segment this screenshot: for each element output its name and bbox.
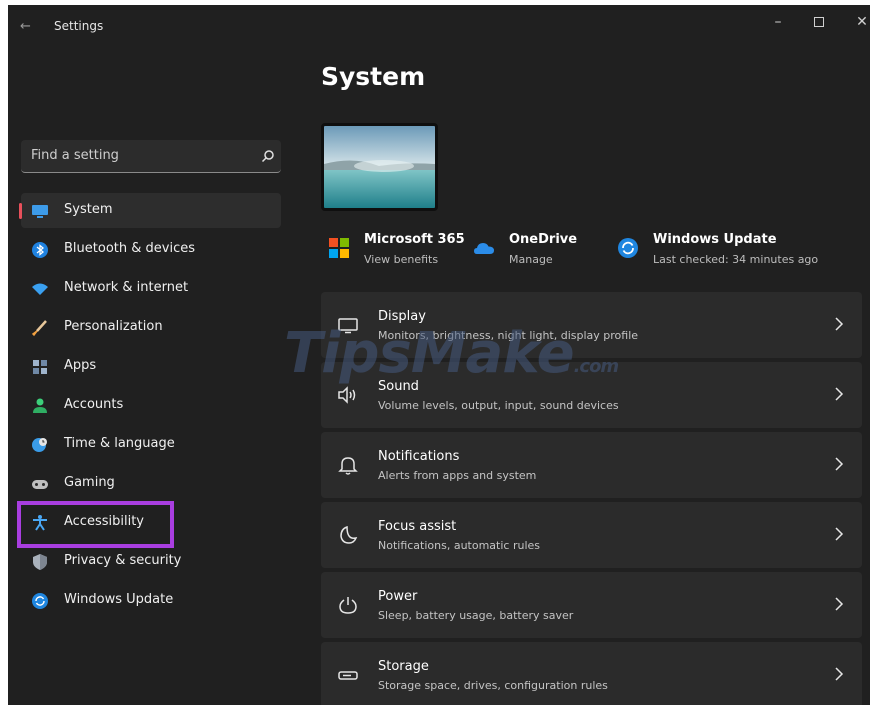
- sidebar-item-label: Windows Update: [64, 592, 174, 607]
- card-title: Storage: [378, 659, 429, 674]
- sidebar-item-windows-update[interactable]: Windows Update: [21, 583, 281, 618]
- display-icon: [338, 318, 358, 334]
- chevron-right-icon: [835, 387, 844, 401]
- settings-list: Display Monitors, brightness, night ligh…: [321, 292, 862, 705]
- card-subtitle: Storage space, drives, configuration rul…: [378, 679, 608, 692]
- card-subtitle: Volume levels, output, input, sound devi…: [378, 399, 619, 412]
- brush-icon: [31, 320, 47, 337]
- sidebar-item-label: Personalization: [64, 319, 163, 334]
- gamepad-icon: [32, 480, 48, 489]
- update-icon: [618, 238, 638, 258]
- moon-icon: [340, 525, 358, 544]
- sidebar-item-label: Apps: [64, 358, 97, 373]
- bluetooth-icon: [32, 242, 48, 258]
- sidebar-item-network[interactable]: Network & internet: [21, 271, 281, 306]
- maximize-button[interactable]: [799, 11, 839, 33]
- sidebar-item-label: Network & internet: [64, 280, 189, 295]
- wifi-icon: [32, 283, 48, 295]
- monitor-icon: [32, 205, 48, 218]
- sidebar-item-label: System: [64, 202, 113, 217]
- sidebar-item-label: Bluetooth & devices: [64, 241, 195, 256]
- quick-link-title: Microsoft 365: [364, 232, 465, 247]
- accessibility-highlight-box: [17, 501, 174, 548]
- chevron-right-icon: [835, 457, 844, 471]
- chevron-right-icon: [835, 527, 844, 541]
- card-subtitle: Notifications, automatic rules: [378, 539, 541, 552]
- card-title: Notifications: [378, 449, 460, 464]
- microsoft-365-link[interactable]: Microsoft 365 View benefits: [328, 229, 468, 273]
- apps-icon: [33, 360, 47, 374]
- search-icon[interactable]: [261, 149, 275, 163]
- sidebar-item-privacy-security[interactable]: Privacy & security: [21, 544, 281, 579]
- quick-link-subtitle: Last checked: 34 minutes ago: [653, 253, 819, 266]
- card-subtitle: Monitors, brightness, night light, displ…: [378, 329, 639, 342]
- wallpaper-image: [324, 126, 435, 208]
- desktop-wallpaper-preview[interactable]: [321, 123, 438, 211]
- app-title: Settings: [54, 19, 104, 33]
- sidebar-item-label: Accounts: [64, 397, 124, 412]
- sidebar-item-personalization[interactable]: Personalization: [21, 310, 281, 345]
- notifications-setting[interactable]: Notifications Alerts from apps and syste…: [321, 432, 862, 498]
- storage-icon: [338, 671, 358, 680]
- chevron-right-icon: [835, 317, 844, 331]
- sidebar-item-label: Gaming: [64, 475, 115, 490]
- display-setting[interactable]: Display Monitors, brightness, night ligh…: [321, 292, 862, 358]
- sound-setting[interactable]: Sound Volume levels, output, input, soun…: [321, 362, 862, 428]
- speaker-icon: [338, 386, 356, 404]
- settings-window: ← Settings – ✕ System Bl: [8, 5, 870, 705]
- globe-clock-icon: [32, 438, 47, 452]
- microsoft-logo-icon: [329, 238, 349, 258]
- card-title: Power: [378, 589, 418, 604]
- chevron-right-icon: [835, 597, 844, 611]
- windows-update-link[interactable]: Windows Update Last checked: 34 minutes …: [617, 229, 862, 273]
- chevron-right-icon: [835, 667, 844, 681]
- sidebar-item-apps[interactable]: Apps: [21, 349, 281, 384]
- power-setting[interactable]: Power Sleep, battery usage, battery save…: [321, 572, 862, 638]
- card-title: Sound: [378, 379, 419, 394]
- title-bar: ← Settings – ✕: [8, 5, 870, 53]
- card-subtitle: Sleep, battery usage, battery saver: [378, 609, 574, 622]
- update-icon: [32, 593, 48, 609]
- sidebar-item-label: Time & language: [64, 436, 175, 451]
- sidebar-item-accounts[interactable]: Accounts: [21, 388, 281, 423]
- card-subtitle: Alerts from apps and system: [378, 469, 537, 482]
- onedrive-link[interactable]: OneDrive Manage: [473, 229, 613, 273]
- cloud-icon: [474, 243, 494, 254]
- quick-link-title: OneDrive: [509, 232, 578, 247]
- bell-icon: [338, 457, 358, 475]
- power-icon: [339, 597, 357, 614]
- person-icon: [33, 398, 47, 413]
- close-button[interactable]: ✕: [842, 11, 870, 33]
- page-title: System: [321, 62, 426, 91]
- quick-link-title: Windows Update: [653, 232, 777, 247]
- selection-indicator: [19, 203, 22, 219]
- card-title: Focus assist: [378, 519, 457, 534]
- storage-setting[interactable]: Storage Storage space, drives, configura…: [321, 642, 862, 705]
- quick-link-subtitle: Manage: [509, 253, 553, 266]
- search-box[interactable]: [21, 140, 281, 173]
- search-input[interactable]: [31, 140, 251, 171]
- sidebar-item-time-language[interactable]: Time & language: [21, 427, 281, 462]
- card-title: Display: [378, 309, 426, 324]
- back-arrow-icon[interactable]: ←: [20, 19, 36, 35]
- shield-icon: [33, 554, 47, 570]
- sidebar-item-gaming[interactable]: Gaming: [21, 466, 281, 501]
- focus-assist-setting[interactable]: Focus assist Notifications, automatic ru…: [321, 502, 862, 568]
- sidebar-item-bluetooth[interactable]: Bluetooth & devices: [21, 232, 281, 267]
- sidebar-nav: System Bluetooth & devices Network & int…: [19, 193, 281, 622]
- quick-link-subtitle: View benefits: [364, 253, 439, 266]
- maximize-icon: [814, 17, 824, 27]
- sidebar-item-system[interactable]: System: [19, 193, 281, 228]
- sidebar-item-label: Privacy & security: [64, 553, 182, 568]
- minimize-button[interactable]: –: [758, 11, 798, 33]
